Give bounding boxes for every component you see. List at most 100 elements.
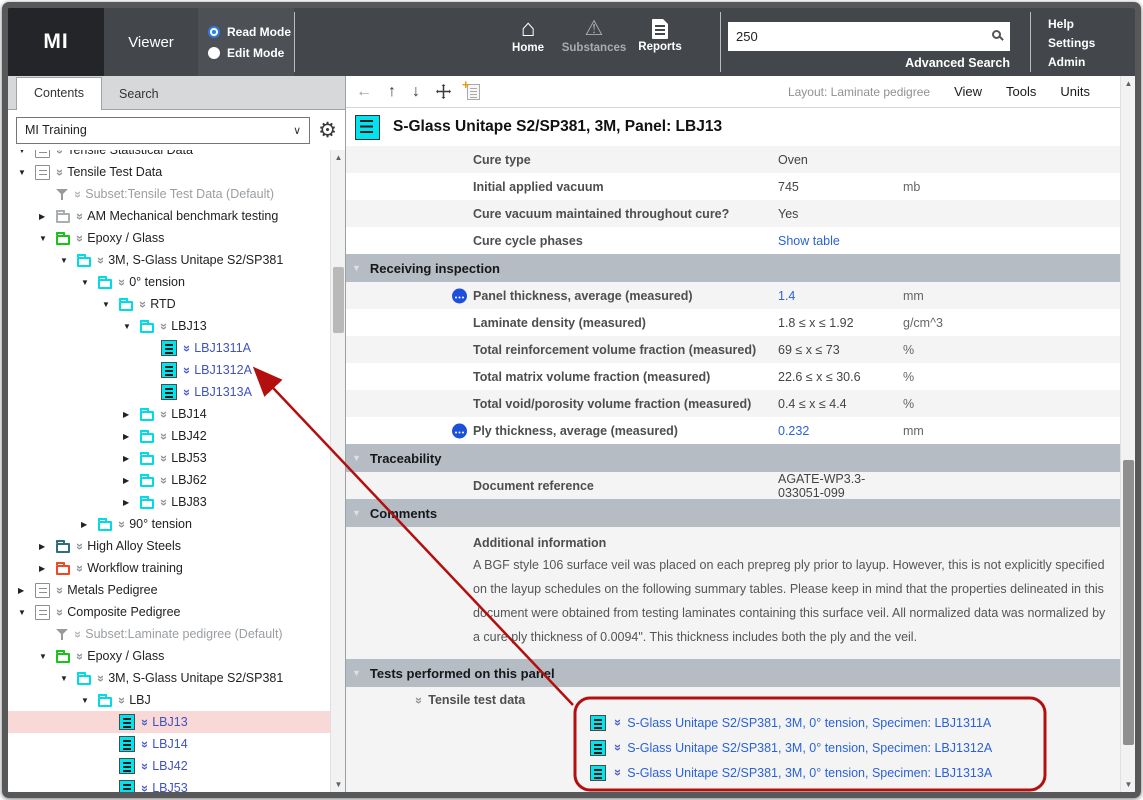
expand-arrow-icon[interactable] [123,410,135,419]
expand-arrow-icon[interactable] [81,520,93,529]
expand-arrow-icon[interactable] [39,564,51,573]
tree-item[interactable]: LBJ1311A [8,337,330,359]
move-icon[interactable] [436,84,451,99]
collapse-arrow-icon[interactable] [18,608,30,617]
expand-arrow-icon[interactable] [123,498,135,507]
tree-item[interactable]: Epoxy / Glass [8,645,330,667]
down-arrow-icon[interactable]: ↓ [412,84,420,100]
scroll-down-icon[interactable]: ▼ [1121,777,1136,792]
value-link[interactable]: 0.232 [778,424,809,438]
database-selector-row: MI Training ∨ ⚙ [8,110,345,150]
main-scrollbar[interactable]: ▲ ▼ [1120,76,1135,792]
scrollbar-thumb[interactable] [333,267,344,333]
value-link[interactable]: 1.4 [778,289,795,303]
attribute-value[interactable]: Show table [778,234,903,248]
tree-item[interactable]: 0° tension [8,271,330,293]
tree-item[interactable]: Metals Pedigree [8,579,330,601]
expand-arrow-icon[interactable] [123,476,135,485]
tree-item[interactable]: 3M, S-Glass Unitape S2/SP381 [8,249,330,271]
expand-arrow-icon[interactable] [123,432,135,441]
test-record-link[interactable]: S-Glass Unitape S2/SP381, 3M, 0° tension… [627,716,991,730]
app-name: Viewer [104,8,198,76]
section-header[interactable]: Tests performed on this panel [346,659,1120,687]
tree-item[interactable]: RTD [8,293,330,315]
attribute-value[interactable]: 1.4 [778,289,903,303]
radio-unselected-icon[interactable] [208,47,220,59]
collapse-arrow-icon[interactable] [39,234,51,243]
nav-reports[interactable]: Reports [627,18,693,54]
tree-item[interactable]: 90° tension [8,513,330,535]
tree-item[interactable]: Tensile Test Data [8,161,330,183]
read-mode-option[interactable]: Read Mode [208,25,294,39]
search-input[interactable] [728,22,1010,51]
tree-item[interactable]: LBJ14 [8,733,330,755]
radio-selected-icon[interactable] [208,26,220,38]
menu-view[interactable]: View [954,84,982,99]
tree-item[interactable]: Composite Pedigree [8,601,330,623]
value-link[interactable]: Show table [778,234,840,248]
tree-item[interactable]: LBJ53 [8,777,330,792]
attribute-label: Cure vacuum maintained throughout cure? [473,207,778,221]
test-record-link[interactable]: S-Glass Unitape S2/SP381, 3M, 0° tension… [627,741,992,755]
gear-icon[interactable]: ⚙ [318,120,337,141]
admin-link[interactable]: Admin [1048,53,1095,71]
tree-item[interactable]: AM Mechanical benchmark testing [8,205,330,227]
tree-item[interactable]: LBJ42 [8,425,330,447]
collapse-arrow-icon[interactable] [102,300,114,309]
help-link[interactable]: Help [1048,15,1095,33]
collapse-arrow-icon[interactable] [81,278,93,287]
section-header[interactable]: Traceability [346,444,1120,472]
scroll-down-icon[interactable]: ▼ [331,777,345,792]
tree-item[interactable]: Tensile Statistical Data [8,150,330,161]
tree-item[interactable]: Epoxy / Glass [8,227,330,249]
section-header[interactable]: Comments [346,499,1120,527]
sidebar-scrollbar[interactable]: ▲ ▼ [330,150,345,792]
tree-item[interactable]: Workflow training [8,557,330,579]
edit-mode-option[interactable]: Edit Mode [208,46,294,60]
attribute-value[interactable]: 0.232 [778,424,903,438]
new-datasheet-icon[interactable] [467,84,480,100]
advanced-search-link[interactable]: Advanced Search [728,56,1010,70]
collapse-arrow-icon[interactable] [18,168,30,177]
collapse-arrow-icon[interactable] [60,674,72,683]
tree-item-label: Tensile Statistical Data [67,150,193,157]
tree-item[interactable]: LBJ1313A [8,381,330,403]
tree-item[interactable]: LBJ13 [8,315,330,337]
collapse-arrow-icon[interactable] [123,322,135,331]
tree-item[interactable]: 3M, S-Glass Unitape S2/SP381 [8,667,330,689]
tree-item[interactable]: LBJ42 [8,755,330,777]
tree-item[interactable]: Subset:Laminate pedigree (Default) [8,623,330,645]
collapse-arrow-icon[interactable] [81,696,93,705]
tab-search[interactable]: Search [102,79,176,110]
tree-item[interactable]: LBJ [8,689,330,711]
collapse-arrow-icon[interactable] [18,150,30,155]
menu-tools[interactable]: Tools [1006,84,1036,99]
expand-arrow-icon[interactable] [39,542,51,551]
scroll-up-icon[interactable]: ▲ [331,150,345,165]
expand-arrow-icon[interactable] [123,454,135,463]
section-header[interactable]: Receiving inspection [346,254,1120,282]
expand-arrow-icon[interactable] [39,212,51,221]
scroll-up-icon[interactable]: ▲ [1121,76,1136,91]
collapse-arrow-icon[interactable] [60,256,72,265]
menu-units[interactable]: Units [1060,84,1090,99]
tree-item[interactable]: LBJ13 [8,711,330,733]
scrollbar-thumb[interactable] [1123,460,1134,745]
tree-item[interactable]: Subset:Tensile Test Data (Default) [8,183,330,205]
expand-arrow-icon[interactable] [18,586,30,595]
nav-home[interactable]: ⌂ Home [495,18,561,54]
back-arrow-icon[interactable]: ← [356,84,372,100]
collapse-arrow-icon[interactable] [39,652,51,661]
tab-contents[interactable]: Contents [16,77,102,110]
test-record-link[interactable]: S-Glass Unitape S2/SP381, 3M, 0° tension… [627,766,992,780]
tree-item[interactable]: LBJ83 [8,491,330,513]
settings-link[interactable]: Settings [1048,34,1095,52]
database-selector[interactable]: MI Training ∨ [16,117,310,144]
tree-item[interactable]: High Alloy Steels [8,535,330,557]
tree-item[interactable]: LBJ62 [8,469,330,491]
tree-item[interactable]: LBJ53 [8,447,330,469]
tree-item[interactable]: LBJ14 [8,403,330,425]
up-arrow-icon[interactable]: ↑ [388,84,396,100]
tree-item[interactable]: LBJ1312A [8,359,330,381]
search-icon[interactable] [992,30,1001,39]
